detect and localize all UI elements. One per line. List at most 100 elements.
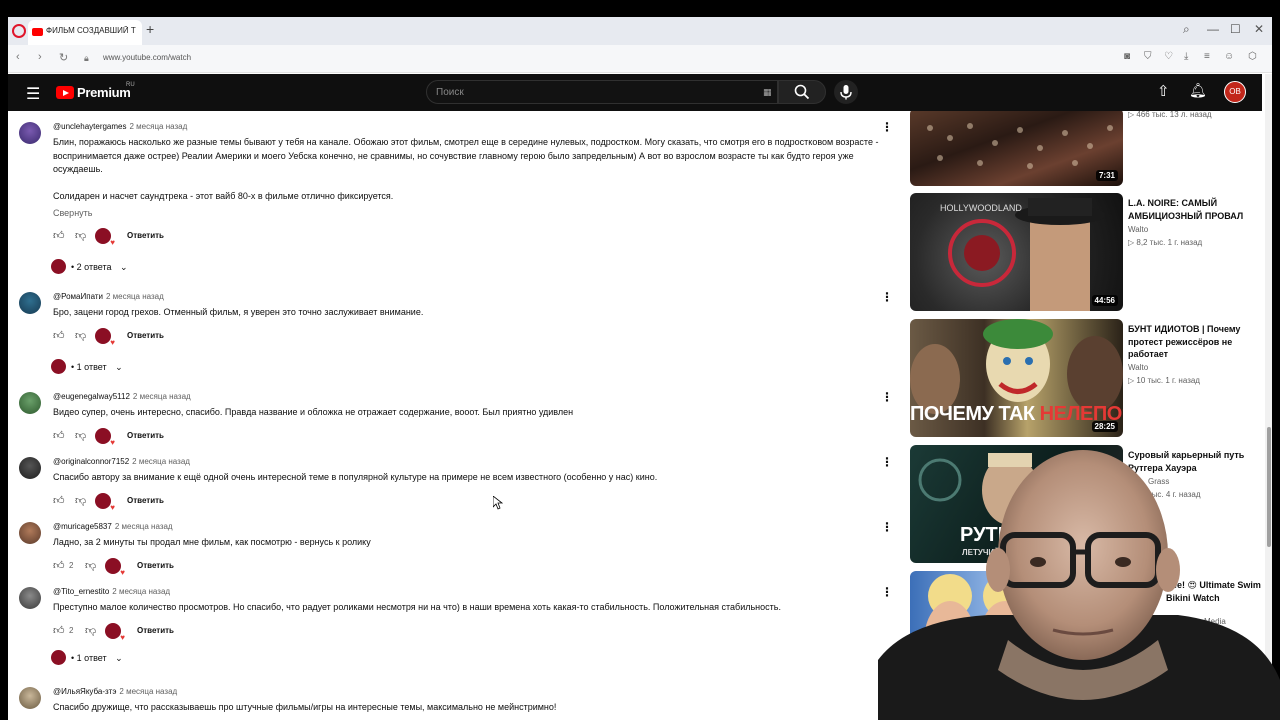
comment-time[interactable]: 2 месяца назад — [133, 392, 191, 401]
dislike-icon[interactable]: 👎︎ — [75, 329, 86, 342]
camera-icon[interactable]: ◙ — [1124, 51, 1130, 62]
download-icon[interactable]: ⤓ — [1184, 51, 1188, 62]
recommended-video[interactable]: HOLLYWOODLAND 44:56 L.A. NOIRE: САМЫЙ АМ… — [910, 193, 1264, 315]
creator-heart-icon — [105, 623, 125, 642]
like-count: 2 — [69, 626, 74, 635]
dislike-icon[interactable]: 👎︎ — [75, 494, 86, 507]
dislike-icon[interactable]: 👎︎ — [75, 229, 86, 242]
comment-meta: @eugenegalway5112 2 месяца назад — [53, 392, 191, 401]
reply-button[interactable]: Ответить — [127, 331, 164, 340]
youtube-brand-label[interactable]: Premium — [77, 85, 131, 100]
like-icon[interactable]: 👍︎ — [53, 329, 65, 342]
comment-avatar[interactable] — [19, 457, 41, 479]
account-avatar[interactable]: ОВ — [1224, 81, 1246, 103]
video-title[interactable]: БУНТ ИДИОТОВ | Почему протест режиссёров… — [1128, 323, 1248, 361]
shield-icon[interactable]: ⛉ — [1144, 51, 1152, 62]
comment-time[interactable]: 2 месяца назад — [112, 587, 170, 596]
comment-avatar[interactable] — [19, 392, 41, 414]
comment-time[interactable]: 2 месяца назад — [119, 687, 177, 696]
reply-button[interactable]: Ответить — [127, 431, 164, 440]
browser-tab[interactable]: ФИЛЬМ СОЗДАВШИЙ Т — [28, 20, 142, 45]
more-actions-icon[interactable]: ⋮ — [881, 120, 893, 134]
recommended-video[interactable]: ПОЧЕМУ ТАК НЕЛЕПО? 28:25 БУНТ ИДИОТОВ | … — [910, 319, 1264, 441]
comment-author[interactable]: @originalconnor7152 — [53, 457, 129, 466]
dislike-icon[interactable]: 👎︎ — [85, 559, 96, 572]
video-thumbnail[interactable]: 7:31 — [910, 111, 1123, 186]
comments-section: @unclehaytergames 2 месяца назад Блин, по… — [8, 111, 898, 720]
like-icon[interactable]: 👍︎ — [53, 624, 65, 637]
tab-title: ФИЛЬМ СОЗДАВШИЙ Т — [46, 26, 136, 35]
video-stats: ▷ 10 тыс. 1 г. назад — [1128, 376, 1200, 385]
comment-author[interactable]: @unclehaytergames — [53, 122, 127, 131]
thumbnail-caption: HOLLYWOODLAND — [940, 203, 1022, 213]
comment-meta: @Tito_ernestito 2 месяца назад — [53, 587, 170, 596]
profile-icon[interactable]: ☺ — [1224, 51, 1234, 62]
comment-time[interactable]: 2 месяца назад — [106, 292, 164, 301]
search-button[interactable] — [778, 80, 826, 104]
comment-paragraph: Солидарен и насчет саундтрека - этот вай… — [53, 191, 394, 201]
reply-button[interactable]: Ответить — [127, 496, 164, 505]
url-field[interactable]: www.youtube.com/watch — [103, 53, 191, 62]
close-window-icon[interactable]: ✕ — [1254, 22, 1264, 36]
more-actions-icon[interactable]: ⋮ — [881, 290, 893, 304]
comment-author[interactable]: @РомаИпати — [53, 292, 103, 301]
video-title[interactable]: L.A. NOIRE: САМЫЙ АМБИЦИОЗНЫЙ ПРОВАЛ — [1128, 197, 1248, 222]
like-icon[interactable]: 👍︎ — [53, 494, 65, 507]
maximize-icon[interactable]: ☐ — [1230, 22, 1241, 36]
youtube-favicon-icon — [32, 28, 43, 36]
comment-author[interactable]: @ИльяЯкуба-зтэ — [53, 687, 116, 696]
comment-time[interactable]: 2 месяца назад — [132, 457, 190, 466]
like-icon[interactable]: 👍︎ — [53, 559, 65, 572]
comment-author[interactable]: @Tito_ernestito — [53, 587, 109, 596]
hamburger-menu-icon[interactable]: ☰ — [26, 84, 40, 104]
chevron-down-icon: ⌄ — [115, 362, 123, 372]
like-icon[interactable]: 👍︎ — [53, 229, 65, 242]
comment-text: Спасибо автору за внимание к ещё одной о… — [53, 472, 658, 482]
replies-avatar — [51, 359, 66, 374]
comment-item: @muricage5837 2 месяца назад Ладно, за 2 … — [8, 520, 898, 577]
video-thumbnail[interactable]: ПОЧЕМУ ТАК НЕЛЕПО? 28:25 — [910, 319, 1123, 437]
heart-icon[interactable]: ♡ — [1164, 51, 1173, 62]
reply-button[interactable]: Ответить — [127, 231, 164, 240]
video-duration: 44:56 — [1091, 295, 1118, 306]
video-thumbnail[interactable]: HOLLYWOODLAND 44:56 — [910, 193, 1123, 311]
channel-name[interactable]: Walto — [1128, 363, 1148, 372]
opera-logo-icon[interactable] — [12, 24, 26, 38]
dislike-icon[interactable]: 👎︎ — [75, 429, 86, 442]
search-input[interactable]: Поиск ▦ — [426, 80, 778, 104]
dislike-icon[interactable]: 👎︎ — [85, 624, 96, 637]
comment-author[interactable]: @muricage5837 — [53, 522, 112, 531]
notifications-bell-icon[interactable]: 🔔︎ — [1189, 82, 1207, 99]
replies-avatar — [51, 259, 66, 274]
upload-icon[interactable]: ⇧ — [1157, 82, 1170, 100]
extensions-icon[interactable]: ⬡ — [1248, 51, 1257, 62]
voice-search-button[interactable] — [834, 80, 858, 104]
forward-icon[interactable]: › — [38, 51, 42, 63]
comment-spacer — [53, 177, 883, 191]
reply-button[interactable]: Ответить — [137, 626, 174, 635]
youtube-logo-icon[interactable] — [56, 86, 74, 99]
comment-avatar[interactable] — [19, 587, 41, 609]
comment-time[interactable]: 2 месяца назад — [115, 522, 173, 531]
menu-lines-icon[interactable]: ≡ — [1204, 51, 1210, 62]
comment-time[interactable]: 2 месяца назад — [130, 122, 188, 131]
comment-avatar[interactable] — [19, 292, 41, 314]
like-icon[interactable]: 👍︎ — [53, 429, 65, 442]
video-stats: ▷ 466 тыс. 13 л. назад — [1128, 111, 1212, 119]
comment-avatar[interactable] — [19, 687, 41, 709]
comment-author[interactable]: @eugenegalway5112 — [53, 392, 130, 401]
channel-name[interactable]: Walto — [1128, 225, 1148, 234]
comment-text: Ладно, за 2 минуты ты продал мне фильм, … — [53, 537, 371, 547]
new-tab-icon[interactable]: + — [146, 21, 154, 37]
comment-avatar[interactable] — [19, 522, 41, 544]
keyboard-icon[interactable]: ▦ — [763, 87, 772, 98]
minimize-icon[interactable]: — — [1207, 22, 1219, 36]
reload-icon[interactable]: ↻ — [59, 51, 68, 64]
video-duration: 28:25 — [1091, 421, 1118, 432]
back-icon[interactable]: ‹ — [16, 51, 20, 63]
search-tabs-icon[interactable]: ⌕ — [1183, 22, 1190, 37]
comment-avatar[interactable] — [19, 122, 41, 144]
reply-button[interactable]: Ответить — [137, 561, 174, 570]
more-actions-icon[interactable]: ⋮ — [881, 390, 893, 404]
collapse-link[interactable]: Свернуть — [53, 208, 92, 218]
